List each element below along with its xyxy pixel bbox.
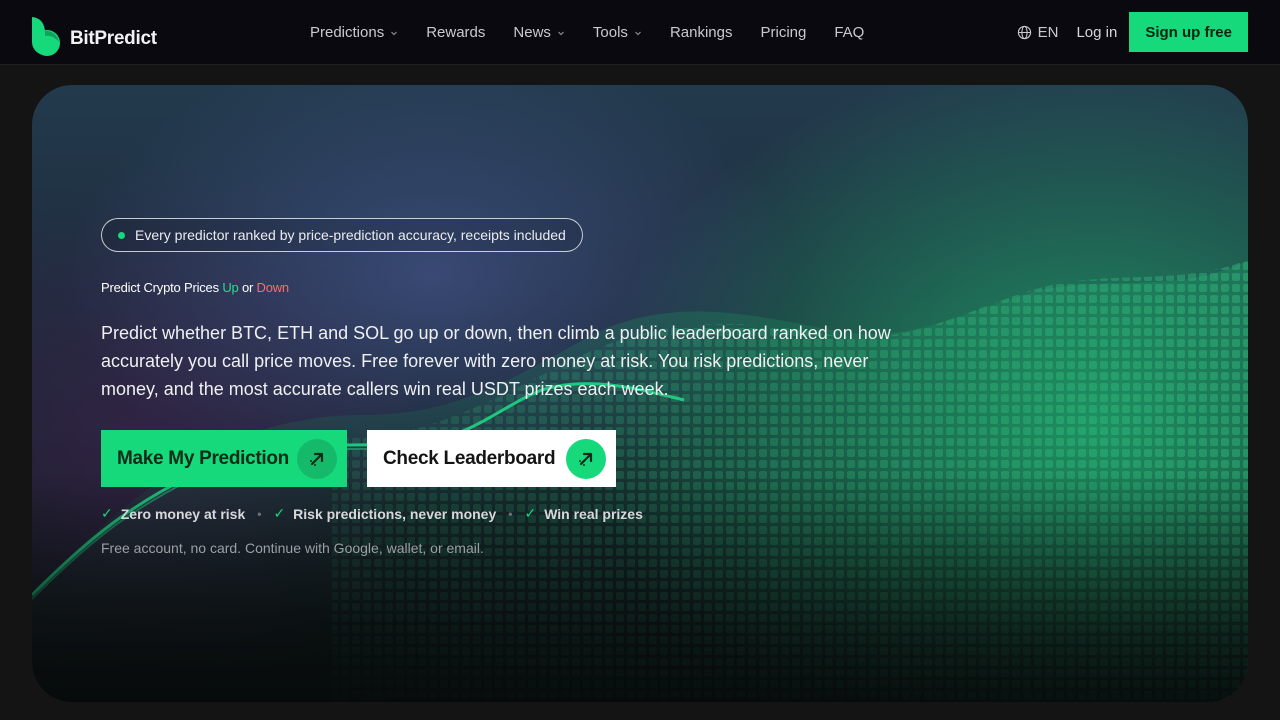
accuracy-pill-badge: Every predictor ranked by price-predicti…: [101, 218, 583, 252]
benefit-item: Zero money at risk: [120, 505, 246, 522]
make-prediction-button[interactable]: Make My Prediction: [101, 430, 347, 487]
hero-content: Every predictor ranked by price-predicti…: [101, 218, 921, 556]
nav-actions: EN Log in Sign up free: [1017, 12, 1248, 52]
language-selector[interactable]: EN: [1017, 23, 1059, 41]
nav-item-rewards[interactable]: Rewards: [412, 24, 499, 41]
hero-eyebrow: Predict Crypto Prices Up or Down: [101, 280, 921, 295]
hero-description: Predict whether BTC, ETH and SOL go up o…: [101, 323, 891, 399]
chevron-down-icon: [557, 31, 564, 35]
chevron-down-icon: [635, 31, 641, 35]
benefit-checklist: ✓ Zero money at risk • ✓ Risk prediction…: [101, 505, 921, 522]
cta-primary-label: Make My Prediction: [117, 447, 289, 469]
nav-item-label: Pricing: [760, 24, 807, 41]
nav-item-news[interactable]: News: [499, 24, 579, 41]
benefit-item: Win real prizes: [544, 505, 643, 522]
brand-logo[interactable]: BitPredict: [31, 15, 157, 57]
hero-section: Every predictor ranked by price-predicti…: [32, 85, 1248, 702]
hero-cta-group: Make My Prediction Check Leaderboard: [101, 430, 921, 487]
nav-item-label: News: [513, 24, 551, 41]
arrow-up-right-icon: [566, 438, 606, 479]
pill-text: Every predictor ranked by price-predicti…: [135, 227, 566, 243]
separator-dot: •: [508, 506, 513, 521]
nav-item-label: Rankings: [669, 24, 733, 41]
nav-item-predictions[interactable]: Predictions: [296, 24, 412, 41]
check-icon: ✓: [273, 505, 286, 521]
nav-item-label: Tools: [592, 24, 628, 41]
signup-note: Free account, no card. Continue with Goo…: [101, 540, 484, 556]
nav-item-rankings[interactable]: Rankings: [656, 24, 747, 41]
language-label: EN: [1037, 23, 1059, 41]
status-dot-icon: [118, 231, 125, 239]
nav-links: Predictions Rewards News Tools Rankings …: [296, 0, 878, 65]
arrow-up-right-icon: [297, 438, 337, 479]
nav-item-label: Rewards: [426, 24, 486, 41]
eyebrow-down: Down: [256, 280, 290, 295]
check-leaderboard-button[interactable]: Check Leaderboard: [367, 430, 616, 487]
eyebrow-middle: or: [238, 280, 257, 295]
nav-item-pricing[interactable]: Pricing: [746, 24, 820, 41]
cta-secondary-label: Check Leaderboard: [383, 447, 556, 469]
brand-name: BitPredict: [70, 27, 157, 49]
login-link[interactable]: Log in: [1076, 24, 1117, 41]
signup-button[interactable]: Sign up free: [1129, 12, 1248, 52]
globe-icon: [1017, 25, 1031, 39]
separator-dot: •: [257, 506, 262, 521]
benefit-item: Risk predictions, never money: [293, 505, 497, 522]
check-icon: ✓: [101, 505, 113, 521]
eyebrow-up: Up: [222, 280, 239, 295]
eyebrow-prefix: Predict Crypto Prices: [101, 280, 223, 295]
chevron-down-icon: [391, 31, 398, 35]
top-nav: BitPredict Predictions Rewards News Tool…: [0, 0, 1280, 65]
nav-item-label: FAQ: [834, 24, 865, 41]
nav-item-faq[interactable]: FAQ: [820, 24, 878, 41]
leaf-logo-icon: [32, 17, 60, 56]
nav-item-tools[interactable]: Tools: [579, 24, 656, 41]
nav-item-label: Predictions: [310, 24, 385, 41]
check-icon: ✓: [524, 505, 537, 521]
